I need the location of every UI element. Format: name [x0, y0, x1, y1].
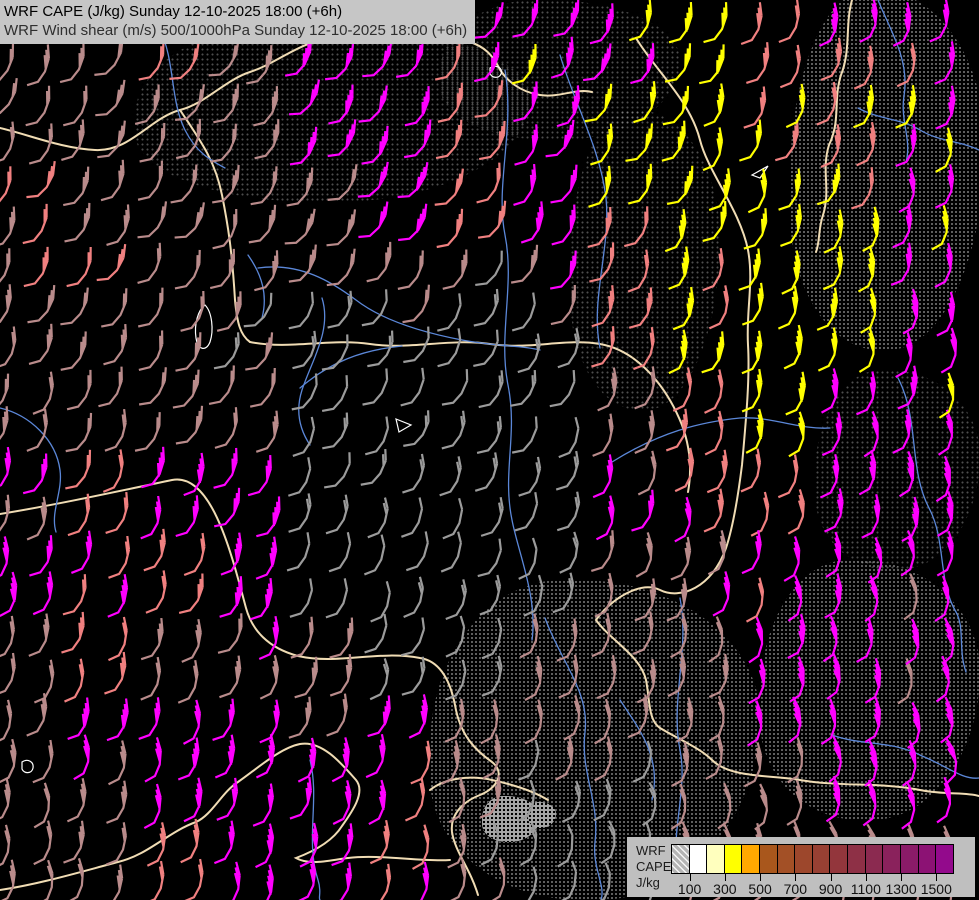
legend-tick — [689, 874, 691, 881]
legend-swatch — [829, 844, 849, 874]
legend-tick-label: 500 — [748, 881, 772, 897]
legend-tick-label: 700 — [783, 881, 808, 897]
legend-title-line: WRF — [636, 843, 666, 858]
legend-tick-label: 900 — [818, 881, 843, 897]
legend-swatch — [688, 844, 708, 874]
map-title-overlay: WRF CAPE (J/kg) Sunday 12-10-2025 18:00 … — [0, 0, 476, 44]
title-cape-line: WRF CAPE (J/kg) Sunday 12-10-2025 18:00 … — [4, 3, 343, 20]
legend-swatch — [723, 844, 743, 874]
map-canvas — [0, 0, 979, 900]
weather-map-viewport: WRF CAPE (J/kg) Sunday 12-10-2025 18:00 … — [0, 0, 979, 900]
legend-swatch — [811, 844, 831, 874]
wind-barb-group — [511, 0, 955, 458]
legend-swatch — [899, 844, 919, 874]
cape-legend: WRF CAPE J/kg 100 300 500 700 900 1100 1300 1500 — [627, 837, 975, 897]
legend-tick-label: 100 — [677, 881, 702, 897]
legend-swatch — [882, 844, 901, 874]
legend-title-line: J/kg — [636, 875, 660, 890]
legend-swatch-hatched — [671, 844, 690, 874]
legend-tick — [936, 874, 938, 881]
legend-tick — [795, 874, 797, 881]
legend-swatch — [864, 844, 884, 874]
legend-swatch — [741, 844, 761, 874]
wind-barbs-layer — [0, 0, 958, 900]
legend-tick-label: 1100 — [850, 881, 881, 897]
legend-swatch — [759, 844, 778, 874]
lake-city-outlines — [21, 65, 769, 774]
legend-swatch — [776, 844, 796, 874]
legend-tick — [760, 874, 762, 881]
legend-tick-label: 300 — [713, 881, 737, 897]
legend-tick — [901, 874, 903, 881]
legend-title-line: CAPE — [636, 859, 672, 874]
legend-tick — [724, 874, 726, 881]
legend-colorbar — [671, 844, 954, 874]
legend-swatch — [917, 844, 937, 874]
legend-swatch — [847, 844, 866, 874]
legend-tick — [830, 874, 832, 881]
title-shear-line: WRF Wind shear (m/s) 500/1000hPa Sunday … — [4, 22, 468, 39]
wind-barb-group — [0, 0, 953, 900]
legend-swatch — [706, 844, 725, 874]
legend-swatch — [794, 844, 813, 874]
legend-tick-label: 1500 — [920, 881, 952, 897]
legend-tick-label: 1300 — [885, 881, 917, 897]
legend-swatch — [935, 844, 954, 874]
legend-tick — [865, 874, 867, 881]
